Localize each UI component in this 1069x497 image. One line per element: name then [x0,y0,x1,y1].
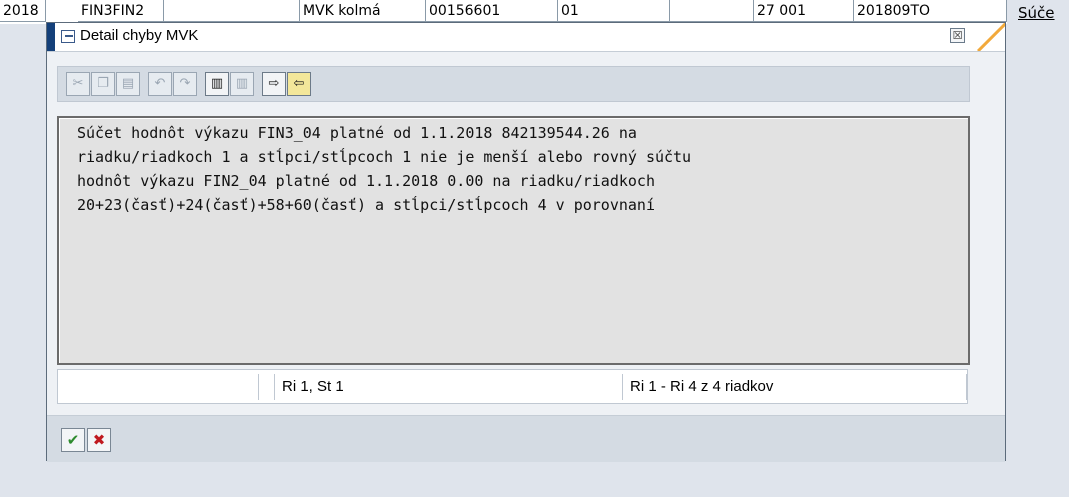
export-icon[interactable]: ⇦ [287,72,311,96]
status-separator [966,374,967,400]
find-next-icon[interactable]: ▥ [230,72,254,96]
bg-cell-id: 00156601 [426,0,558,22]
message-line-4: 20+23(časť)+24(časť)+58+60(časť) a stĺpc… [77,196,655,214]
window-icon [61,30,75,43]
undo-icon[interactable]: ↶ [148,72,172,96]
bg-cell-period: 201809TO [854,0,1007,22]
bg-cell-report: FIN3FIN2 [78,0,164,22]
bg-cell-num: 27 001 [754,0,854,22]
status-separator [274,374,275,400]
cut-icon[interactable]: ✂ [66,72,90,96]
background-right-panel [1007,0,1069,497]
paste-icon[interactable]: ▤ [116,72,140,96]
background-table-row: 2018 FIN3FIN2 MVK kolmá 00156601 01 27 0… [0,0,1069,24]
copy-icon[interactable]: ❐ [91,72,115,96]
bg-cell-empty [164,0,300,22]
bg-cell-type: MVK kolmá [300,0,426,22]
editor-toolbar: ✂ ❐ ▤ ↶ ↷ ▥ ▥ ⇨ ⇦ [57,66,970,102]
dialog-titlebar[interactable]: Detail chyby MVK ☒ [47,23,1005,52]
status-separator [258,374,259,400]
background-link[interactable]: Súče [1018,4,1055,22]
message-line-2: riadku/riadkoch 1 a stĺpci/stĺpcoch 1 ni… [77,148,692,166]
titlebar-corner-decoration [975,23,1005,51]
bg-cell-code: 01 [558,0,670,22]
cancel-button[interactable]: ✖ [87,428,111,452]
find-icon[interactable]: ▥ [205,72,229,96]
status-separator [622,374,623,400]
editor-status-bar: Ri 1, St 1 Ri 1 - Ri 4 z 4 riadkov [57,369,968,404]
titlebar-accent [47,23,55,51]
import-icon[interactable]: ⇨ [262,72,286,96]
error-detail-dialog: Detail chyby MVK ☒ ✂ ❐ ▤ ↶ ↷ ▥ ▥ ⇨ ⇦ Súč… [46,22,1006,462]
message-text-area[interactable]: Súčet hodnôt výkazu FIN3_04 platné od 1.… [57,116,970,365]
message-line-3: hodnôt výkazu FIN2_04 platné od 1.1.2018… [77,172,655,190]
close-button[interactable]: ☒ [950,28,965,43]
bg-cell-year: 2018 [0,0,46,22]
dialog-footer: ✔ ✖ [47,415,1005,462]
dialog-title: Detail chyby MVK [80,27,199,44]
bg-cell-blank [670,0,754,22]
redo-icon[interactable]: ↷ [173,72,197,96]
confirm-button[interactable]: ✔ [61,428,85,452]
cursor-position: Ri 1, St 1 [282,378,344,395]
message-line-1: Súčet hodnôt výkazu FIN3_04 platné od 1.… [77,124,637,142]
line-range: Ri 1 - Ri 4 z 4 riadkov [630,378,774,395]
